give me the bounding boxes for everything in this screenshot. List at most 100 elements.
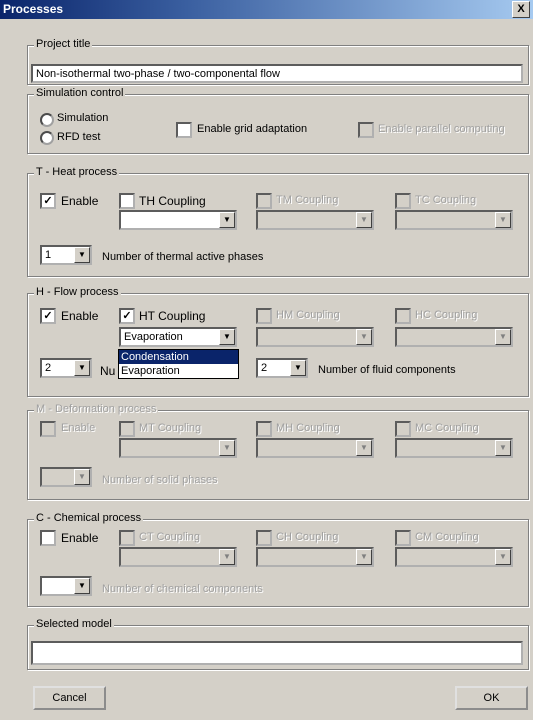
chevron-down-icon: ▼ [495, 440, 511, 456]
rfd-test-radio[interactable] [40, 131, 54, 145]
cm-coupling-checkbox [395, 530, 411, 546]
simulation-control-group: Simulation control Simulation RFD test E… [27, 87, 529, 154]
heat-process-group: T - Heat process ✓ Enable TH Coupling ▼ … [27, 166, 529, 277]
mh-coupling-checkbox [256, 421, 272, 437]
heat-enable-checkbox[interactable]: ✓ [40, 193, 56, 209]
cm-coupling-label: CM Coupling [415, 531, 479, 543]
chevron-down-icon: ▼ [219, 440, 235, 456]
ht-coupling-dropdown-list[interactable]: Condensation Evaporation [118, 349, 239, 379]
simulation-radio[interactable] [40, 113, 54, 127]
th-coupling-checkbox[interactable] [119, 193, 135, 209]
chemical-process-group: C - Chemical process Enable CT Coupling … [27, 512, 529, 607]
solid-phases-select: ▼ [40, 467, 92, 487]
thermal-phases-select[interactable]: 1 ▼ [40, 245, 92, 265]
cancel-button[interactable]: Cancel [33, 686, 106, 710]
chemical-components-select[interactable]: ▼ [40, 576, 92, 596]
tm-coupling-checkbox [256, 193, 272, 209]
flow-process-group: H - Flow process ✓ Enable ✓ HT Coupling … [27, 286, 529, 397]
chemical-enable-label: Enable [61, 531, 99, 545]
deformation-enable-label: Enable [61, 422, 96, 434]
ct-coupling-label: CT Coupling [139, 531, 200, 543]
fluid-components-select[interactable]: 2 ▼ [256, 358, 308, 378]
selected-model-group: Selected model [27, 618, 529, 670]
th-coupling-select[interactable]: ▼ [119, 210, 237, 230]
chevron-down-icon: ▼ [495, 549, 511, 565]
flow-enable-checkbox[interactable]: ✓ [40, 308, 56, 324]
heat-enable-label: Enable [61, 194, 99, 208]
mh-coupling-select: ▼ [256, 438, 374, 458]
simulation-control-legend: Simulation control [34, 87, 126, 99]
mc-coupling-select: ▼ [395, 438, 513, 458]
chevron-down-icon[interactable]: ▼ [74, 360, 90, 376]
fluid-phases-value: 2 [45, 362, 52, 374]
chevron-down-icon[interactable]: ▼ [219, 212, 235, 228]
title-bar: Processes X [0, 0, 533, 19]
selected-model-input[interactable] [31, 641, 523, 665]
thermal-phases-value: 1 [45, 249, 52, 261]
mc-coupling-checkbox [395, 421, 411, 437]
ht-coupling-select[interactable]: Evaporation ▼ [119, 327, 237, 347]
chevron-down-icon[interactable]: ▼ [290, 360, 306, 376]
close-button[interactable]: X [512, 1, 530, 18]
chevron-down-icon: ▼ [356, 329, 372, 345]
mh-coupling-label: MH Coupling [276, 422, 340, 434]
chevron-down-icon[interactable]: ▼ [74, 578, 90, 594]
ch-coupling-checkbox [256, 530, 272, 546]
ht-coupling-checkbox[interactable]: ✓ [119, 308, 135, 324]
fluid-components-label: Number of fluid components [318, 364, 456, 376]
ht-coupling-value: Evaporation [124, 331, 183, 343]
chevron-down-icon: ▼ [219, 549, 235, 565]
heat-process-legend: T - Heat process [34, 166, 120, 178]
fluid-phases-label: Nu [100, 364, 116, 378]
chevron-down-icon[interactable]: ▼ [74, 247, 90, 263]
parallel-computing-checkbox [358, 122, 374, 138]
hc-coupling-checkbox [395, 308, 411, 324]
hc-coupling-select: ▼ [395, 327, 513, 347]
grid-adaptation-label: Enable grid adaptation [197, 123, 308, 135]
dropdown-option-condensation[interactable]: Condensation [119, 350, 238, 364]
cm-coupling-select: ▼ [395, 547, 513, 567]
deformation-process-group: M - Deformation process Enable MT Coupli… [27, 403, 529, 500]
hm-coupling-select: ▼ [256, 327, 374, 347]
th-coupling-label: TH Coupling [139, 194, 206, 208]
mt-coupling-checkbox [119, 421, 135, 437]
chemical-enable-checkbox[interactable] [40, 530, 56, 546]
chevron-down-icon: ▼ [495, 212, 511, 228]
chevron-down-icon[interactable]: ▼ [219, 329, 235, 345]
hm-coupling-label: HM Coupling [276, 309, 340, 321]
tc-coupling-select: ▼ [395, 210, 513, 230]
solid-phases-label: Number of solid phases [102, 474, 218, 486]
ch-coupling-label: CH Coupling [276, 531, 339, 543]
project-title-group: Project title Non-isothermal two-phase /… [27, 38, 529, 85]
ok-button[interactable]: OK [455, 686, 528, 710]
ct-coupling-select: ▼ [119, 547, 237, 567]
ht-coupling-label: HT Coupling [139, 309, 206, 323]
flow-process-legend: H - Flow process [34, 286, 121, 298]
dropdown-option-evaporation[interactable]: Evaporation [119, 364, 238, 378]
parallel-computing-label: Enable parallel computing [378, 123, 505, 135]
chevron-down-icon: ▼ [74, 469, 90, 485]
mc-coupling-label: MC Coupling [415, 422, 479, 434]
ct-coupling-checkbox [119, 530, 135, 546]
hm-coupling-checkbox [256, 308, 272, 324]
tm-coupling-label: TM Coupling [276, 194, 339, 206]
hc-coupling-label: HC Coupling [415, 309, 478, 321]
chevron-down-icon: ▼ [495, 329, 511, 345]
project-title-legend: Project title [34, 38, 93, 50]
selected-model-legend: Selected model [34, 618, 114, 630]
fluid-phases-select[interactable]: 2 ▼ [40, 358, 92, 378]
tm-coupling-select: ▼ [256, 210, 374, 230]
chemical-process-legend: C - Chemical process [34, 512, 144, 524]
flow-enable-label: Enable [61, 309, 99, 323]
chevron-down-icon: ▼ [356, 212, 372, 228]
window-title: Processes [3, 2, 64, 16]
rfd-test-radio-label: RFD test [57, 131, 101, 143]
grid-adaptation-checkbox[interactable] [176, 122, 192, 138]
tc-coupling-label: TC Coupling [415, 194, 477, 206]
deformation-process-legend: M - Deformation process [34, 403, 159, 415]
simulation-radio-label: Simulation [57, 112, 109, 124]
deformation-enable-checkbox [40, 421, 56, 437]
ch-coupling-select: ▼ [256, 547, 374, 567]
project-title-input[interactable]: Non-isothermal two-phase / two-component… [31, 64, 523, 83]
tc-coupling-checkbox [395, 193, 411, 209]
